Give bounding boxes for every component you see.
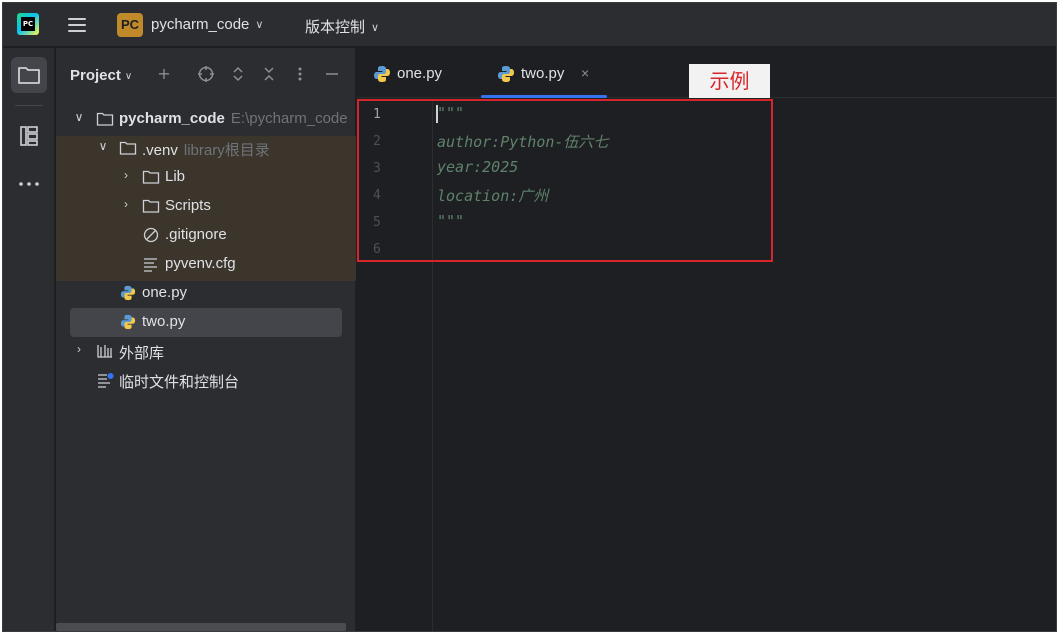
chevron-down-icon: ∨ xyxy=(255,19,264,31)
tree-item-label: .gitignore xyxy=(165,226,227,243)
folder-icon xyxy=(142,199,160,213)
python-file-icon xyxy=(120,285,136,301)
project-tool-button[interactable] xyxy=(11,57,47,93)
project-name: pycharm_code xyxy=(151,16,250,33)
tree-item-label: 外部库 xyxy=(119,345,165,362)
tree-item-label: pycharm_code xyxy=(119,110,225,127)
tab-label: two.py xyxy=(521,65,565,82)
strip-divider xyxy=(15,105,43,106)
vcs-menu[interactable]: 版本控制 ∨ xyxy=(305,16,379,37)
tree-item-label: pyvenv.cfg xyxy=(165,255,236,272)
vcs-label: 版本控制 xyxy=(305,19,366,36)
structure-icon xyxy=(20,126,38,146)
project-badge[interactable]: PC xyxy=(117,13,143,37)
tree-item-label: Scripts xyxy=(165,197,211,214)
locate-icon[interactable] xyxy=(196,64,216,84)
ignored-file-icon xyxy=(143,227,159,243)
hide-panel-icon[interactable] xyxy=(322,64,342,84)
tree-item-hint: library根目录 xyxy=(183,142,270,159)
tab-label: one.py xyxy=(397,65,443,82)
chevron-right-icon[interactable]: › xyxy=(119,168,133,182)
project-panel-header: Project ∨ + xyxy=(56,48,355,102)
tree-item-label: two.py xyxy=(142,313,186,330)
more-tools-button[interactable] xyxy=(11,166,47,202)
hamburger-menu-icon[interactable] xyxy=(66,14,88,36)
tree-item-gitignore[interactable]: .gitignore xyxy=(56,221,356,250)
title-bar: PC PC pycharm_code ∨ 版本控制 ∨ xyxy=(3,3,1056,47)
python-file-icon xyxy=(120,314,136,330)
active-tab-indicator xyxy=(481,95,607,98)
annotation-label: 示例 xyxy=(689,64,770,98)
tree-item-label: Lib xyxy=(165,168,186,185)
tree-item-one-py[interactable]: one.py xyxy=(56,279,356,308)
folder-icon xyxy=(142,170,160,184)
tree-item-project-root[interactable]: ∨ pycharm_code E:\pycharm_code xyxy=(56,105,356,134)
tree-item-two-py[interactable]: two.py xyxy=(56,308,356,337)
tree-item-venv[interactable]: ∨ .venv library根目录 xyxy=(56,134,356,163)
chevron-right-icon[interactable]: › xyxy=(72,342,86,356)
python-file-icon xyxy=(498,66,514,82)
tree-item-scratches[interactable]: 临时文件和控制台 xyxy=(56,366,356,395)
chevron-down-icon[interactable]: ∨ xyxy=(96,139,110,153)
more-dots-icon xyxy=(19,182,39,186)
tree-item-lib[interactable]: › Lib xyxy=(56,163,356,192)
project-panel-title: Project xyxy=(70,67,121,84)
project-panel: Project ∨ + ∨ pycharm_code E:\pycharm_co… xyxy=(56,48,356,631)
project-view-selector[interactable]: Project ∨ xyxy=(70,67,132,84)
chevron-right-icon[interactable]: › xyxy=(119,197,133,211)
horizontal-scrollbar[interactable] xyxy=(56,623,346,631)
tree-item-label: 临时文件和控制台 xyxy=(119,374,240,391)
folder-icon xyxy=(119,141,137,155)
structure-tool-button[interactable] xyxy=(11,118,47,154)
text-file-icon xyxy=(144,258,157,272)
pycharm-logo-icon[interactable]: PC xyxy=(17,13,39,35)
chevron-down-icon: ∨ xyxy=(124,71,133,82)
tool-window-strip xyxy=(3,48,55,631)
annotation-highlight-box xyxy=(357,99,773,262)
folder-icon xyxy=(18,67,40,84)
tree-item-label: .venv xyxy=(142,142,178,159)
tree-item-external-libraries[interactable]: › 外部库 xyxy=(56,337,356,366)
ide-window: PC PC pycharm_code ∨ 版本控制 ∨ Project ∨ + … xyxy=(2,2,1057,632)
tree-item-path: E:\pycharm_code xyxy=(230,110,348,127)
options-menu-icon[interactable] xyxy=(290,64,310,84)
tree-item-scripts[interactable]: › Scripts xyxy=(56,192,356,221)
chevron-down-icon: ∨ xyxy=(371,22,380,34)
library-icon xyxy=(97,345,112,358)
python-file-icon xyxy=(374,66,390,82)
collapse-all-icon[interactable] xyxy=(259,64,279,84)
folder-icon xyxy=(96,112,114,126)
expand-all-icon[interactable] xyxy=(228,64,248,84)
add-icon[interactable]: + xyxy=(154,64,174,84)
tree-item-pyvenv-cfg[interactable]: pyvenv.cfg xyxy=(56,250,356,279)
scratch-file-icon xyxy=(98,373,114,388)
close-icon[interactable]: × xyxy=(581,65,589,81)
chevron-down-icon[interactable]: ∨ xyxy=(72,110,86,124)
project-switcher[interactable]: pycharm_code ∨ xyxy=(151,16,263,33)
selection-highlight xyxy=(70,308,342,337)
tree-item-label: one.py xyxy=(142,284,188,301)
